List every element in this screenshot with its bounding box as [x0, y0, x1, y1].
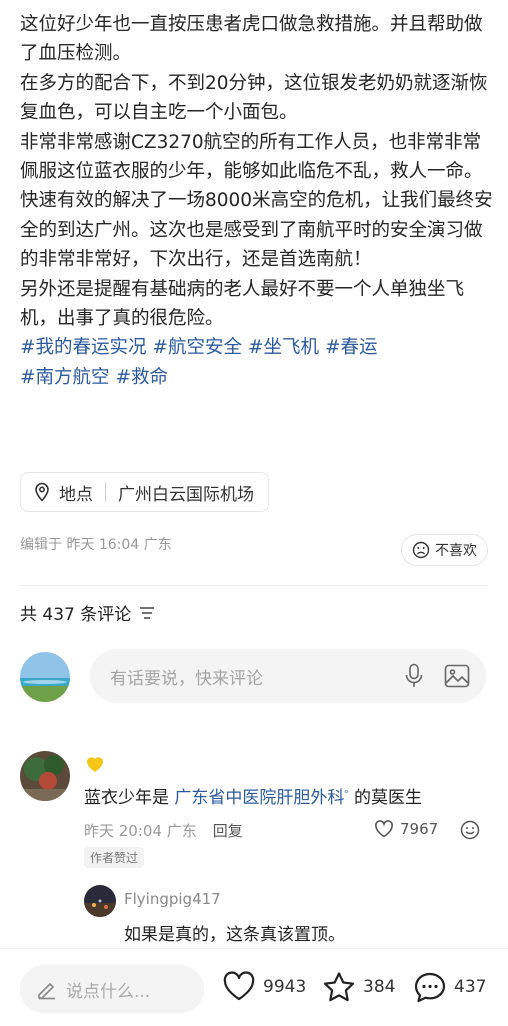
- tag-link[interactable]: #救命: [116, 367, 169, 388]
- tag-link[interactable]: #航空安全: [153, 337, 243, 358]
- say-something-placeholder: 说点什么...: [66, 981, 151, 1002]
- comment-count-text: 共 437 条评论: [20, 605, 132, 625]
- hospital-link[interactable]: 广东省中医院肝胆外科: [174, 788, 344, 808]
- location-chip[interactable]: 地点 广州白云国际机场: [20, 472, 269, 512]
- location-divider: [105, 483, 106, 501]
- image-icon[interactable]: [444, 663, 470, 689]
- location-pin-icon: [35, 482, 49, 502]
- tag-link[interactable]: #春运: [325, 337, 378, 358]
- like-count: 9943: [263, 977, 307, 997]
- bottom-action-bar: 说点什么... 9943 384 437: [0, 948, 508, 1026]
- author-liked-badge: 作者赞过: [84, 847, 145, 868]
- reply-username[interactable]: Flyingpig417: [124, 890, 221, 908]
- favorite-count: 384: [363, 977, 396, 997]
- comment-bubble-icon: [414, 972, 446, 1003]
- comment-input-placeholder: 有话要说，快来评论: [110, 668, 263, 689]
- post-paragraph: 另外还是提醒有基础病的老人最好不要一个人单独坐飞机，出事了真的很危险。: [20, 278, 465, 330]
- pencil-icon: [38, 983, 55, 1000]
- comment-button[interactable]: 437: [413, 971, 486, 1003]
- comment-input[interactable]: 有话要说，快来评论: [90, 649, 486, 703]
- comment-text-suffix: 的莫医生: [348, 788, 422, 808]
- comment-count-header[interactable]: 共 437 条评论: [20, 600, 155, 625]
- post-paragraph: 在多方的配合下，不到20分钟，这位银发老奶奶就逐渐恢复血色，可以自主吃一个小面包…: [20, 72, 488, 124]
- post-meta: 编辑于 昨天 16:04 广东: [20, 537, 172, 553]
- emoji-icon[interactable]: [460, 820, 480, 840]
- say-something-input[interactable]: 说点什么...: [20, 965, 204, 1013]
- heart-outline-icon: [375, 820, 393, 838]
- tag-link[interactable]: #我的春运实况: [20, 337, 147, 358]
- heart-icon: [223, 971, 255, 1001]
- location-label: 地点: [59, 484, 93, 505]
- section-divider: [20, 585, 488, 586]
- comment-meta: 昨天 20:04 广东 回复: [84, 820, 243, 841]
- reply-button[interactable]: 回复: [213, 820, 243, 841]
- reply-text: 如果是真的，这条真该置顶。: [124, 925, 345, 945]
- comment-count: 437: [454, 977, 487, 997]
- tag-list: #我的春运实况 #航空安全 #坐飞机 #春运 #南方航空 #救命: [20, 333, 496, 392]
- comment-like-button[interactable]: 7967: [374, 820, 438, 838]
- like-button[interactable]: 9943: [222, 971, 306, 1003]
- comment-like-count: 7967: [400, 820, 439, 838]
- commenter-avatar[interactable]: [20, 751, 70, 801]
- reply-avatar[interactable]: [84, 885, 116, 917]
- post-paragraph: 非常非常感谢CZ3270航空的所有工作人员，也非常非常佩服这位蓝衣服的少年，能够…: [20, 131, 483, 183]
- star-icon: [323, 972, 355, 1002]
- dislike-label: 不喜欢: [435, 543, 477, 559]
- favorite-button[interactable]: 384: [322, 971, 395, 1003]
- sort-icon: [140, 606, 155, 619]
- post-paragraph: 快速有效的解决了一场8000米高空的危机，让我们最终安全的到达广州。这次也是感受…: [20, 190, 493, 271]
- tag-link[interactable]: #坐飞机: [248, 337, 319, 358]
- my-avatar[interactable]: [20, 652, 70, 702]
- frown-face-icon: [412, 541, 430, 559]
- yellow-heart-icon: [87, 757, 103, 772]
- tag-link[interactable]: #南方航空: [20, 367, 110, 388]
- post-paragraph: 这位好少年也一直按压患者虎口做急救措施。并且帮助做了血压检测。: [20, 14, 483, 65]
- microphone-icon[interactable]: [404, 663, 424, 689]
- dislike-button[interactable]: 不喜欢: [401, 534, 488, 566]
- comment-text-prefix: 蓝衣少年是: [84, 788, 175, 808]
- comment-text: 蓝衣少年是 广东省中医院肝胆外科ᵒ 的莫医生: [84, 783, 422, 808]
- comment-time-location: 昨天 20:04 广东: [84, 822, 197, 840]
- post-body: 这位好少年也一直按压患者虎口做急救措施。并且帮助做了血压检测。 在多方的配合下，…: [20, 10, 496, 392]
- location-value: 广州白云国际机场: [118, 484, 254, 505]
